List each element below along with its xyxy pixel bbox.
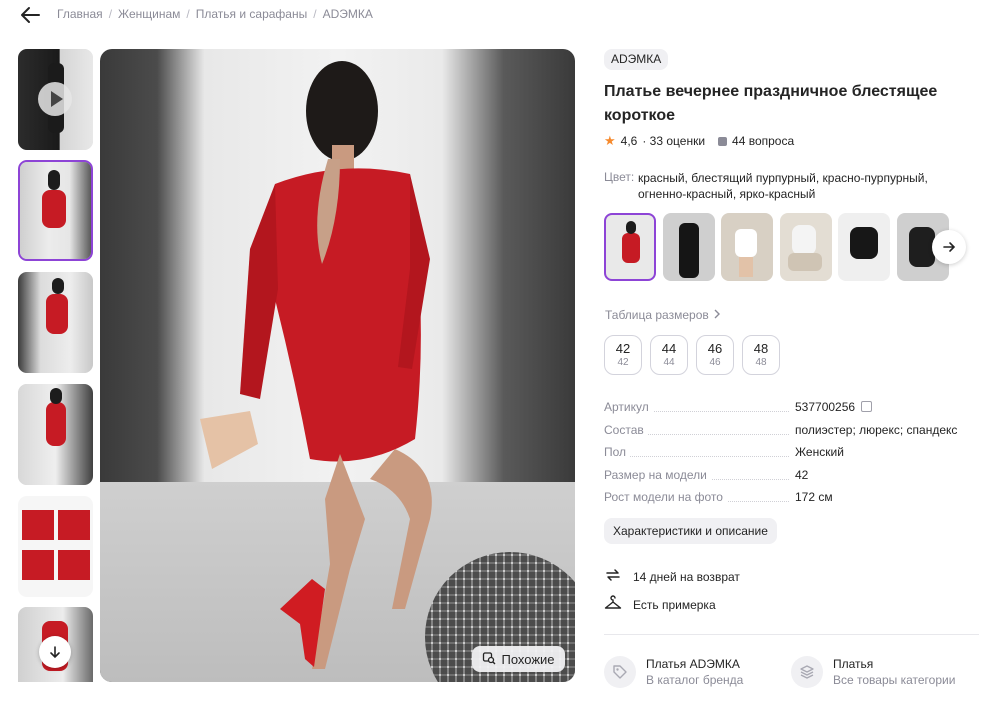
similar-button[interactable]: Похожие: [472, 646, 565, 672]
spec-dots: [606, 456, 789, 457]
similar-label: Похожие: [501, 651, 555, 667]
breadcrumb-separator: /: [313, 7, 317, 21]
similar-search-icon: [482, 651, 496, 668]
spec-value: 42: [795, 467, 809, 482]
size-table-link[interactable]: Таблица размеров: [605, 308, 721, 322]
divider: [604, 634, 979, 635]
play-icon[interactable]: [38, 82, 72, 116]
size-sub: 44: [663, 357, 675, 368]
size-option[interactable]: 44 44: [650, 335, 688, 375]
size-sub: 48: [755, 357, 767, 368]
main-product-image[interactable]: [100, 49, 575, 682]
fitting-info[interactable]: Есть примерка: [604, 595, 716, 614]
brand-chip[interactable]: ADЭМКА: [604, 49, 669, 70]
spec-value-article: 537700256: [795, 400, 873, 414]
size-main: 48: [753, 341, 769, 356]
color-variants: [604, 213, 964, 281]
breadcrumb-item[interactable]: Главная: [57, 7, 103, 21]
color-variant[interactable]: [780, 213, 832, 281]
size-table-label: Таблица размеров: [605, 308, 709, 322]
size-main: 42: [615, 341, 631, 356]
breadcrumb-item[interactable]: Платья и сарафаны: [196, 7, 307, 21]
return-info-label: 14 дней на возврат: [633, 569, 740, 584]
size-option[interactable]: 48 48: [742, 335, 780, 375]
rating-value[interactable]: 4,6: [621, 134, 638, 148]
color-value: красный, блестящий пурпурный, красно-пур…: [638, 171, 928, 201]
spec-key: Состав: [604, 422, 648, 437]
article-number: 537700256: [795, 400, 856, 414]
breadcrumb-item[interactable]: Женщинам: [118, 7, 180, 21]
product-title: Платье вечернее праздничное блестящее ко…: [604, 83, 938, 124]
size-option[interactable]: 46 46: [696, 335, 734, 375]
spec-value: Женский: [795, 445, 844, 459]
thumbnail-photo[interactable]: [18, 384, 93, 485]
brand-link-title: Платья ADЭМКА: [646, 657, 740, 671]
tag-icon: [604, 656, 636, 688]
color-variant[interactable]: [604, 213, 656, 281]
rating-row: ★ 4,6 · 33 оценки 44 вопроса: [604, 133, 794, 149]
characteristics-button[interactable]: Характеристики и описание: [604, 518, 777, 544]
brand-catalog-link[interactable]: Платья ADЭМКА В каталог бренда: [604, 656, 743, 688]
brand-link-subtitle: В каталог бренда: [646, 673, 744, 687]
thumbnail-photo[interactable]: [18, 607, 93, 682]
copy-icon[interactable]: [861, 401, 873, 412]
spec-list: Артикул 537700256 Состав полиэстер; люре…: [604, 400, 979, 513]
spec-row: Артикул 537700256: [604, 400, 979, 423]
size-main: 44: [661, 341, 677, 356]
spec-row: Пол Женский: [604, 445, 979, 468]
spec-key: Пол: [604, 445, 631, 459]
spec-key: Размер на модели: [604, 467, 711, 482]
thumbnail-photo[interactable]: [18, 272, 93, 373]
questions-count[interactable]: 44 вопроса: [732, 134, 794, 148]
breadcrumb-separator: /: [108, 7, 113, 21]
size-sub: 42: [617, 357, 629, 368]
spec-value: полиэстер; люрекс; спандекс: [795, 422, 958, 437]
scroll-down-icon[interactable]: [39, 636, 71, 668]
back-arrow-icon[interactable]: [18, 4, 42, 26]
category-link[interactable]: Платья Все товары категории: [791, 656, 955, 688]
color-variant[interactable]: [663, 213, 715, 281]
layers-icon: [791, 656, 823, 688]
size-main: 46: [707, 341, 723, 356]
size-option[interactable]: 42 42: [604, 335, 642, 375]
fitting-info-label: Есть примерка: [633, 597, 716, 612]
return-arrows-icon: [604, 567, 622, 586]
spec-row: Рост модели на фото 172 см: [604, 490, 979, 513]
thumbnail-details[interactable]: [18, 496, 93, 597]
breadcrumb: Главная / Женщинам / Платья и сарафаны /…: [57, 7, 373, 21]
spec-key: Артикул: [604, 400, 653, 414]
category-link-subtitle: Все товары категории: [833, 673, 956, 687]
variants-next-arrow-icon[interactable]: [932, 230, 966, 264]
model-illustration: [200, 61, 432, 669]
thumbnail-photo[interactable]: [18, 160, 93, 261]
hanger-icon: [604, 595, 622, 614]
thumbnail-list[interactable]: [18, 49, 93, 682]
spec-value: 172 см: [795, 490, 833, 504]
questions-icon: [718, 136, 728, 146]
return-info[interactable]: 14 дней на возврат: [604, 567, 740, 586]
color-variant[interactable]: [838, 213, 890, 281]
spec-row: Состав полиэстер; люрекс; спандекс: [604, 422, 979, 446]
thumbnail-video[interactable]: [18, 49, 93, 150]
color-variant[interactable]: [721, 213, 773, 281]
size-sub: 46: [709, 357, 721, 368]
category-link-title: Платья: [833, 657, 874, 671]
size-options: 42 42 44 44 46 46 48 48: [604, 335, 780, 375]
color-label: Цвет:: [604, 170, 635, 184]
breadcrumb-item[interactable]: ADЭМКА: [323, 7, 373, 21]
breadcrumb-separator: /: [186, 7, 190, 21]
star-icon: ★: [604, 133, 616, 148]
chevron-right-icon: [713, 308, 721, 322]
ratings-count[interactable]: · 33 оценки: [642, 134, 705, 148]
spec-row: Размер на модели 42: [604, 467, 979, 491]
spec-key: Рост модели на фото: [604, 490, 727, 504]
